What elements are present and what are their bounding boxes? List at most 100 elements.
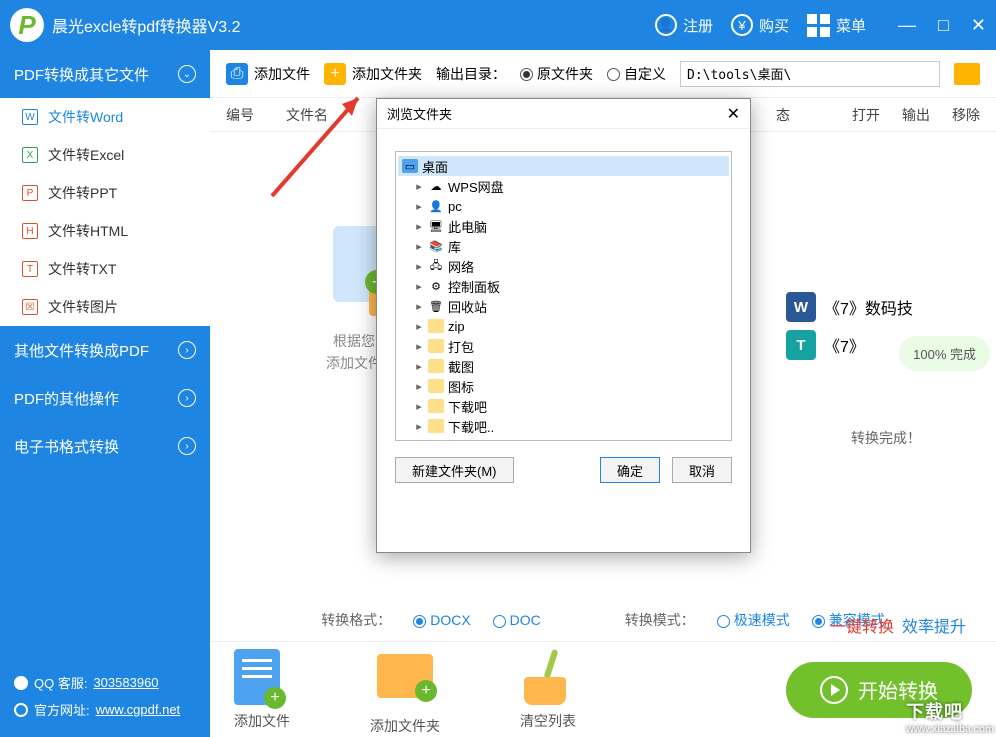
tree-node[interactable]: ▸📚库 (398, 236, 729, 256)
sidebar-section-pdfops[interactable]: PDF的其他操作› (0, 374, 210, 422)
conversion-done-label: 转换完成！ (786, 428, 986, 448)
sidebar-item-ppt[interactable]: P文件转PPT (0, 174, 210, 212)
item-label: 文件转HTML (48, 221, 128, 241)
add-folder-button[interactable]: + 添加文件夹 (324, 63, 422, 85)
ok-button[interactable]: 确定 (600, 457, 660, 483)
folder-tree[interactable]: ▭桌面 ▸☁WPS网盘▸👤pc▸🖥此电脑▸📚库▸🖧网络▸⚙控制面板▸🗑回收站▸z… (395, 151, 732, 441)
expand-icon: ▸ (414, 220, 424, 233)
slogan: 一键转换效率提升 (830, 613, 966, 637)
tree-node[interactable]: ▸截图 (398, 356, 729, 376)
ppt-icon: P (22, 185, 38, 201)
chevron-right-icon: › (178, 389, 196, 407)
radio-docx[interactable]: DOCX (413, 612, 470, 628)
broom-icon (520, 649, 564, 705)
browse-folder-button[interactable] (954, 63, 980, 85)
tree-node-desktop[interactable]: ▭ 桌面 (398, 156, 729, 176)
folder-plus-icon: + (324, 63, 346, 85)
tree-node[interactable]: ▸下载吧 (398, 396, 729, 416)
play-icon (820, 676, 848, 704)
sidebar-item-txt[interactable]: T 文件转TXT (0, 250, 210, 288)
node-label: 库 (448, 237, 461, 256)
sidebar-section-ebook[interactable]: 电子书格式转换› (0, 422, 210, 470)
new-folder-button[interactable]: 新建文件夹(M) (395, 457, 514, 483)
col-no: 编号 (226, 105, 286, 125)
sidebar-section-other2pdf[interactable]: 其他文件转换成PDF› (0, 326, 210, 374)
user-icon: 👤 (655, 14, 677, 36)
clear-list-action[interactable]: 清空列表 (520, 649, 576, 731)
add-folder-label: 添加文件夹 (370, 716, 440, 736)
add-folder-action[interactable]: + 添加文件夹 (370, 644, 440, 736)
maximize-button[interactable]: □ (938, 15, 949, 36)
bottom-actions: + 添加文件 + 添加文件夹 清空列表 开始转换 (210, 641, 996, 737)
qq-link[interactable]: 303583960 (93, 675, 158, 690)
col-open: 打开 (820, 105, 880, 125)
node-label: pc (448, 199, 462, 214)
section-label: PDF转换成其它文件 (14, 64, 149, 85)
radio-custom-folder[interactable]: 自定义 (607, 64, 666, 84)
tree-node[interactable]: ▸🖧网络 (398, 256, 729, 276)
docx-label: DOCX (430, 612, 470, 628)
sidebar-item-excel[interactable]: X文件转Excel (0, 136, 210, 174)
buy-button[interactable]: ¥购买 (731, 14, 789, 36)
node-label: 下载吧.. (448, 417, 494, 436)
opt-source-label: 原文件夹 (537, 66, 593, 82)
sidebar-item-image[interactable]: ☒文件转图片 (0, 288, 210, 326)
add-file-action[interactable]: + 添加文件 (234, 649, 290, 731)
tree-node[interactable]: ▸打包 (398, 336, 729, 356)
add-file-button[interactable]: ⎙添加文件 (226, 63, 310, 85)
output-dir-label: 输出目录： (436, 64, 506, 84)
tree-node[interactable]: ▸图标 (398, 376, 729, 396)
slogan-1: 一键转换 (830, 619, 894, 636)
register-button[interactable]: 👤 注册 (655, 14, 713, 36)
minimize-button[interactable]: — (898, 15, 916, 36)
item-label: 文件转Word (48, 107, 123, 127)
radio-fast-mode[interactable]: 极速模式 (717, 610, 790, 630)
tree-node[interactable]: ▸🖥此电脑 (398, 216, 729, 236)
folder-icon (428, 399, 444, 413)
expand-icon: ▸ (414, 200, 424, 213)
radio-doc[interactable]: DOC (493, 612, 541, 628)
dialog-close-button[interactable]: ✕ (727, 104, 740, 124)
item-label: 文件转TXT (48, 259, 116, 279)
tree-node[interactable]: ▸下载吧.. (398, 416, 729, 436)
output-path-input[interactable] (680, 61, 940, 87)
col-name: 文件名 (286, 105, 376, 125)
tree-node[interactable]: ▸☁WPS网盘 (398, 176, 729, 196)
qq-icon (14, 676, 28, 690)
add-file-label: 添加文件 (234, 711, 290, 731)
sidebar-item-word[interactable]: W文件转Word (0, 98, 210, 136)
sidebar: PDF转换成其它文件⌄ W文件转Word X文件转Excel P文件转PPT H… (0, 50, 210, 737)
tree-node[interactable]: ▸🗑回收站 (398, 296, 729, 316)
add-folder-label: 添加文件夹 (352, 64, 422, 84)
node-label: 桌面 (422, 157, 448, 176)
close-button[interactable]: ✕ (971, 15, 986, 36)
website-link[interactable]: www.cgpdf.net (96, 702, 181, 717)
chevron-right-icon: › (178, 437, 196, 455)
node-label: 控制面板 (448, 277, 500, 296)
toolbar: ⎙添加文件 + 添加文件夹 输出目录： 原文件夹 自定义 (210, 50, 996, 98)
radio-source-folder[interactable]: 原文件夹 (520, 64, 593, 84)
tree-node[interactable]: ▸👤pc (398, 196, 729, 216)
section-label: 其他文件转换成PDF (14, 340, 149, 361)
result-row1-label: 《7》数码技 (824, 295, 913, 319)
pc-icon: 🖥 (428, 219, 444, 233)
desktop-icon: ▭ (402, 159, 418, 173)
watermark-sub: www.xiazaiba.com (906, 724, 994, 735)
sidebar-section-pdf2other[interactable]: PDF转换成其它文件⌄ (0, 50, 210, 98)
tree-node[interactable]: ▸zip (398, 316, 729, 336)
sidebar-item-html[interactable]: H文件转HTML (0, 212, 210, 250)
txt-icon: T (22, 261, 38, 277)
add-file-label: 添加文件 (254, 64, 310, 84)
col-state: 态 (776, 105, 820, 125)
doc-label: DOC (510, 612, 541, 628)
folder-icon: + (377, 654, 433, 698)
menu-button[interactable]: 菜单 (807, 14, 866, 37)
item-label: 文件转图片 (48, 297, 118, 317)
file-icon: + (234, 649, 280, 705)
expand-icon: ▸ (414, 400, 424, 413)
cancel-button[interactable]: 取消 (672, 457, 732, 483)
folder-icon (428, 339, 444, 353)
register-label: 注册 (683, 15, 713, 36)
col-out: 输出 (880, 105, 930, 125)
tree-node[interactable]: ▸⚙控制面板 (398, 276, 729, 296)
